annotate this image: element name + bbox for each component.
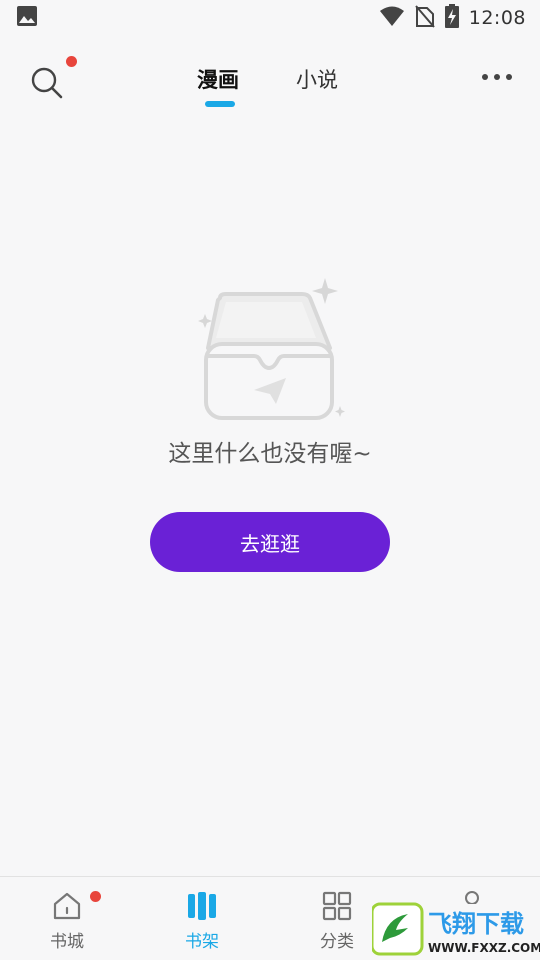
watermark-title: 飞翔下载 [428,910,524,938]
image-icon [16,5,38,31]
category-icon [322,891,352,921]
top-bar: 漫画 小说 [0,46,540,116]
browse-button[interactable]: 去逛逛 [150,512,390,572]
more-horizontal-icon[interactable] [482,74,512,80]
empty-inbox-icon [190,278,350,428]
status-bar: 12:08 [0,0,540,36]
notification-dot [90,891,101,902]
tab-novels[interactable]: 小说 [296,64,338,94]
status-time: 12:08 [468,7,526,29]
tab-indicator [205,101,235,107]
watermark-url: WWW.FXXZ.COM [428,941,540,955]
tab-comics[interactable]: 漫画 [197,64,239,94]
nav-label-bookshelf: 书架 [185,932,219,952]
battery-charging-icon [444,4,459,32]
no-sim-icon [414,4,435,32]
bookshelf-icon [187,891,217,921]
nav-item-bookstore[interactable]: 书城 [12,877,122,960]
wifi-icon [379,5,405,31]
empty-message: 这里什么也没有喔~ [168,441,372,467]
nav-label-bookstore: 书城 [50,932,84,952]
nav-item-bookshelf[interactable]: 书架 [147,877,257,960]
watermark: 飞翔下载 WWW.FXXZ.COM [370,902,540,958]
tab-bar: 漫画 小说 [0,46,540,116]
home-icon [52,891,82,921]
watermark-logo-icon: 飞翔下载 WWW.FXXZ.COM [370,902,540,956]
